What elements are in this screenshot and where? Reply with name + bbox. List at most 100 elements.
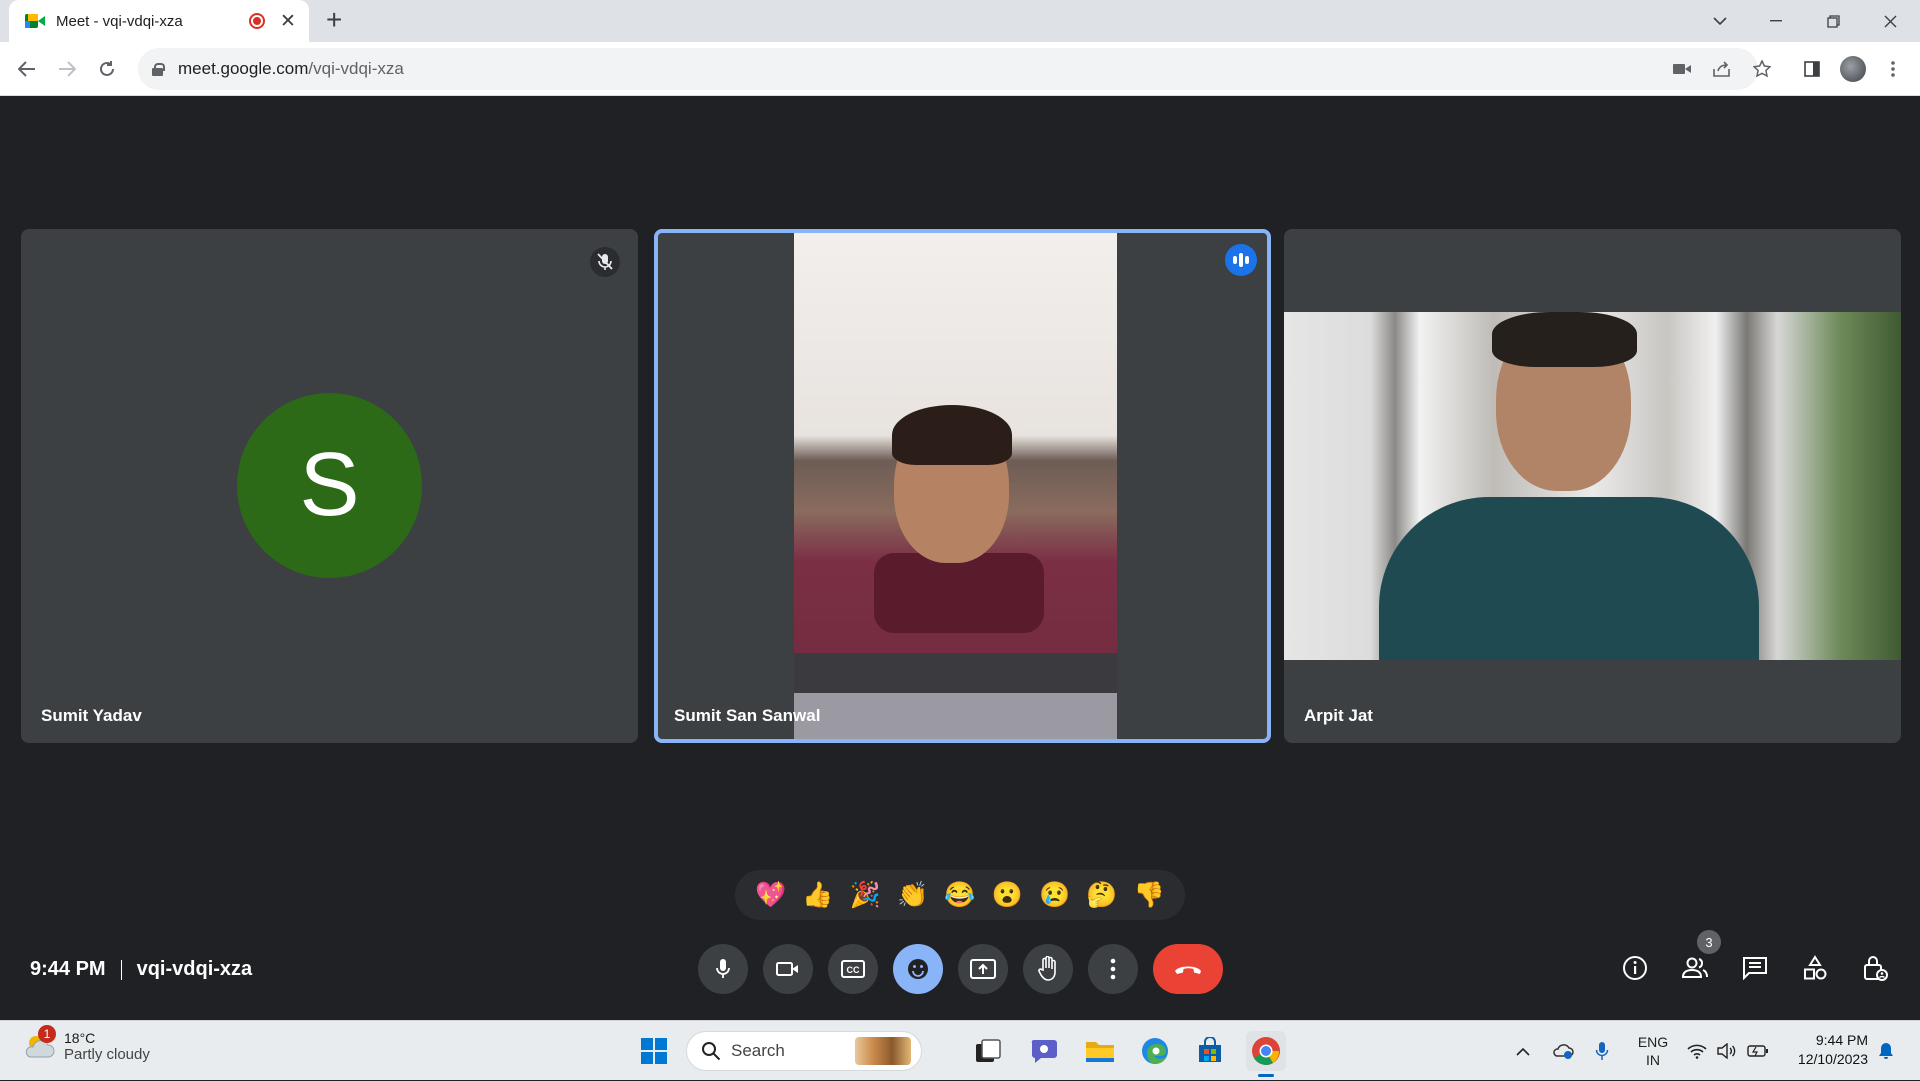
show-hidden-icons-chevron-icon[interactable] <box>1512 1021 1534 1081</box>
participant-video <box>1284 312 1901 660</box>
svg-text:CC: CC <box>847 965 860 975</box>
minimize-icon[interactable] <box>1748 0 1804 42</box>
reaction-surprised[interactable]: 😮 <box>992 870 1023 920</box>
restore-icon[interactable] <box>1805 0 1861 42</box>
side-panel-icon[interactable] <box>1797 54 1827 84</box>
address-bar[interactable]: meet.google.com/vqi-vdqi-xza <box>138 48 1758 90</box>
host-controls-icon[interactable] <box>1859 952 1891 984</box>
windows-taskbar: 1 18°C Partly cloudy Search ENG IN 9:44 … <box>0 1020 1920 1080</box>
reaction-thumbs-down[interactable]: 👎 <box>1134 870 1165 920</box>
reaction-crying[interactable]: 😢 <box>1039 870 1070 920</box>
close-tab-icon[interactable]: ✕ <box>279 10 297 33</box>
forward-icon[interactable] <box>52 54 82 84</box>
profile-avatar[interactable] <box>1838 54 1868 84</box>
participant-name: Arpit Jat <box>1304 706 1373 725</box>
camera-in-use-icon[interactable] <box>1667 54 1697 84</box>
lock-icon[interactable] <box>152 62 165 76</box>
language-indicator[interactable]: ENG IN <box>1630 1021 1676 1081</box>
meeting-time: 9:44 PM <box>30 958 106 980</box>
active-app-indicator <box>1258 1074 1274 1077</box>
more-options-button[interactable] <box>1088 944 1138 994</box>
meeting-details-icon[interactable] <box>1619 952 1651 984</box>
taskbar-search-box[interactable]: Search <box>686 1031 922 1071</box>
microsoft-store-icon[interactable] <box>1190 1031 1230 1071</box>
reaction-thinking[interactable]: 🤔 <box>1086 870 1117 920</box>
captions-button[interactable]: CC <box>828 944 878 994</box>
share-icon[interactable] <box>1707 54 1737 84</box>
people-icon[interactable] <box>1679 952 1711 984</box>
back-icon[interactable] <box>12 54 42 84</box>
activities-icon[interactable] <box>1799 952 1831 984</box>
reaction-tears-of-joy[interactable]: 😂 <box>944 870 975 920</box>
region-code: IN <box>1646 1052 1660 1068</box>
url-host: meet.google.com <box>178 59 309 78</box>
present-screen-icon <box>970 959 996 979</box>
camera-icon <box>776 962 798 976</box>
weather-description: Partly cloudy <box>64 1045 150 1063</box>
tab-search-chevron-icon[interactable] <box>1692 0 1748 42</box>
new-tab-button[interactable]: + <box>326 6 342 34</box>
search-label: Search <box>731 1041 785 1060</box>
meeting-info: 9:44 PM vqi-vdqi-xza <box>30 958 252 981</box>
more-menu-icon[interactable] <box>1878 54 1908 84</box>
teams-chat-icon[interactable] <box>1024 1031 1064 1071</box>
browser-tab-strip: Meet - vqi-vdqi-xza ✕ + <box>0 0 1920 42</box>
reaction-thumbs-up[interactable]: 👍 <box>802 870 833 920</box>
end-call-icon <box>1175 966 1201 974</box>
tab-title: Meet - vqi-vdqi-xza <box>56 12 183 30</box>
system-clock[interactable]: 9:44 PM 12/10/2023 <box>1798 1031 1868 1069</box>
participant-name: Sumit Yadav <box>41 706 142 725</box>
divider <box>120 959 122 980</box>
present-screen-button[interactable] <box>958 944 1008 994</box>
smiley-icon <box>908 959 928 979</box>
weather-widget[interactable]: 1 18°C Partly cloudy <box>22 1025 150 1063</box>
reactions-bar: 💖 👍 🎉 👏 😂 😮 😢 🤔 👎 <box>735 870 1185 920</box>
participant-name: Sumit San Sanwal <box>674 706 821 725</box>
edge-browser-icon[interactable] <box>1135 1031 1175 1071</box>
chrome-taskbar-icon[interactable] <box>1246 1031 1286 1077</box>
participant-count-badge: 3 <box>1697 930 1721 954</box>
task-view-icon[interactable] <box>968 1031 1008 1071</box>
chat-icon[interactable] <box>1739 952 1771 984</box>
raise-hand-button[interactable] <box>1023 944 1073 994</box>
raise-hand-icon <box>1038 956 1056 981</box>
temperature: 18°C <box>64 1029 96 1046</box>
reaction-party-popper[interactable]: 🎉 <box>850 870 881 920</box>
speaking-indicator-icon <box>1225 244 1257 276</box>
leave-call-button[interactable] <box>1153 944 1223 994</box>
close-window-icon[interactable] <box>1862 0 1918 42</box>
browser-toolbar: meet.google.com/vqi-vdqi-xza <box>0 42 1920 96</box>
participant-video <box>794 233 1117 739</box>
file-explorer-icon[interactable] <box>1080 1031 1120 1071</box>
windows-start-icon[interactable] <box>634 1031 674 1071</box>
meeting-code: vqi-vdqi-xza <box>136 958 253 980</box>
participant-avatar: S <box>237 393 422 578</box>
reaction-clapping[interactable]: 👏 <box>897 870 928 920</box>
participant-tile-sumit-san-sanwal[interactable]: Sumit San Sanwal <box>654 229 1271 743</box>
volume-icon[interactable] <box>1714 1021 1740 1081</box>
notification-bell-icon[interactable] <box>1872 1021 1900 1081</box>
wifi-icon[interactable] <box>1684 1021 1710 1081</box>
bookmark-star-icon[interactable] <box>1747 54 1777 84</box>
microphone-icon <box>716 959 730 978</box>
url-path: /vqi-vdqi-xza <box>308 59 404 78</box>
battery-icon[interactable] <box>1744 1021 1772 1081</box>
recording-indicator-icon <box>249 13 265 29</box>
closed-captions-icon: CC <box>841 960 865 978</box>
reaction-sparkling-heart[interactable]: 💖 <box>755 870 786 920</box>
camera-button[interactable] <box>763 944 813 994</box>
participant-tile-arpit-jat[interactable]: Arpit Jat <box>1284 229 1901 743</box>
clock-time: 9:44 PM <box>1815 1032 1868 1048</box>
clock-date: 12/10/2023 <box>1797 1051 1868 1067</box>
onedrive-cloud-icon[interactable] <box>1550 1021 1576 1081</box>
participant-tile-sumit-yadav[interactable]: S Sumit Yadav <box>21 229 638 743</box>
reactions-button[interactable] <box>893 944 943 994</box>
language-code: ENG <box>1637 1034 1669 1050</box>
search-highlight-image <box>855 1037 911 1065</box>
search-icon <box>702 1042 721 1061</box>
browser-tab-meet[interactable]: Meet - vqi-vdqi-xza ✕ <box>9 0 309 42</box>
reload-icon[interactable] <box>92 54 122 84</box>
mic-muted-icon <box>590 247 620 277</box>
microphone-button[interactable] <box>698 944 748 994</box>
microphone-in-use-icon[interactable] <box>1590 1021 1614 1081</box>
